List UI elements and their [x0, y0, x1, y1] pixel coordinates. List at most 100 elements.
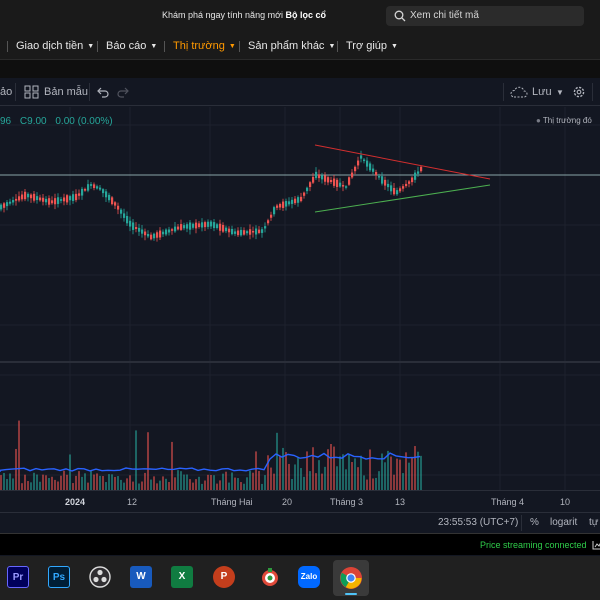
volume-bar [177, 470, 179, 490]
cloud-icon [510, 86, 528, 98]
volume-bar [324, 466, 326, 490]
nav-divider [239, 41, 240, 52]
candle-body [273, 207, 276, 215]
candle-body [117, 205, 120, 210]
volume-bar [84, 473, 86, 490]
banner-text[interactable]: Khám phá ngay tính năng mới Bộ lọc cổ [162, 10, 326, 20]
volume-bar [372, 478, 374, 490]
nav-item-thi-truong[interactable]: Thị trường ▼ [173, 40, 236, 52]
nav-item-giao-dich-tien[interactable]: Giao dịch tiền ▼ [16, 40, 94, 52]
volume-bar [294, 464, 296, 490]
volume-bar [42, 474, 44, 490]
clock-timezone[interactable]: 23:55:53 (UTC+7) [438, 517, 518, 528]
candle-body [219, 223, 222, 231]
search-placeholder: Xem chi tiết mã [410, 10, 479, 21]
volume-bar [48, 477, 50, 490]
volume-bar [36, 474, 38, 490]
volume-bar [51, 476, 53, 490]
time-axis[interactable]: 2024 12 Tháng Hai 20 Tháng 3 13 Tháng 4 … [0, 490, 600, 512]
log-scale-toggle[interactable]: logarit [550, 517, 577, 528]
bee-app-icon[interactable] [259, 566, 281, 588]
volume-bar [411, 457, 413, 490]
candle-body [21, 194, 24, 200]
volume-bar [63, 470, 65, 490]
volume-bar [303, 476, 305, 490]
nav-divider [337, 41, 338, 52]
candle-body [414, 172, 417, 180]
volume-bar [264, 475, 266, 490]
candle-body [33, 193, 36, 201]
obs-icon[interactable] [89, 566, 111, 588]
candle-body [237, 230, 240, 236]
nav-item-tro-giup[interactable]: Trợ giúp ▼ [346, 40, 398, 52]
candle-body [183, 225, 186, 229]
percent-scale-toggle[interactable]: % [530, 517, 539, 528]
candle-body [15, 198, 18, 201]
volume-bar [30, 482, 32, 490]
premiere-icon[interactable]: Pr [7, 566, 29, 588]
stock-search-input[interactable]: Xem chi tiết mã [386, 6, 584, 26]
volume-bar [117, 476, 119, 490]
candle-body [294, 198, 297, 204]
word-icon[interactable]: W [130, 566, 152, 588]
candle-body [24, 191, 27, 200]
candle-body [258, 229, 261, 233]
volume-bar [288, 463, 290, 490]
candle-body [267, 220, 270, 224]
price-chart[interactable] [0, 107, 600, 513]
bee-logo-icon [262, 568, 278, 586]
candle-body [90, 184, 93, 186]
candle-body [345, 186, 348, 188]
candle-body [60, 199, 63, 201]
auto-scale-toggle[interactable]: tự [589, 517, 598, 528]
chrome-active-tile[interactable] [333, 560, 369, 596]
candle-body [48, 198, 51, 205]
nav-item-label: Giao dịch tiền [16, 40, 84, 52]
volume-bar [66, 474, 68, 490]
powerpoint-icon[interactable]: P [213, 566, 235, 588]
candle-body [369, 163, 372, 171]
volume-bar [228, 482, 230, 490]
candle-body [51, 200, 54, 204]
candle-body [135, 227, 138, 229]
candle-body [162, 231, 165, 235]
nav-divider [164, 41, 165, 52]
excel-icon[interactable]: X [171, 566, 193, 588]
candle-body [96, 186, 99, 189]
volume-bar [318, 460, 320, 490]
redo-icon[interactable] [116, 86, 130, 98]
zalo-icon[interactable]: Zalo [298, 566, 320, 588]
banner-highlight[interactable]: Bộ lọc cổ [286, 10, 327, 20]
volume-bar [390, 456, 392, 490]
volume-bar [273, 473, 275, 490]
volume-bar [408, 462, 410, 490]
volume-bar [75, 475, 77, 490]
volume-bar [207, 474, 209, 490]
toolbar-alert-button[interactable]: ảo [0, 86, 12, 98]
candle-body [372, 168, 375, 172]
caret-down-icon: ▼ [150, 43, 158, 50]
volume-bar [105, 482, 107, 490]
volume-bar [219, 480, 221, 490]
volume-bar [45, 475, 47, 490]
caret-down-icon: ▼ [391, 43, 398, 50]
photoshop-icon[interactable]: Ps [48, 566, 70, 588]
chevron-down-icon[interactable]: ▼ [556, 88, 564, 97]
obs-logo-icon [89, 566, 111, 588]
legend-change-percent: 0.00 (0.00%) [55, 116, 113, 127]
candle-body [300, 196, 303, 202]
candle-body [153, 233, 156, 239]
volume-bar [414, 446, 416, 490]
candle-body [141, 229, 144, 234]
candle-body [393, 188, 396, 195]
candle-body [192, 223, 195, 228]
settings-gear-icon[interactable] [572, 85, 586, 99]
candle-body [84, 188, 87, 191]
nav-item-bao-cao[interactable]: Báo cáo ▼ [106, 40, 157, 52]
stream-status: Price streaming connected [480, 540, 587, 550]
candle-body [330, 179, 333, 183]
undo-icon[interactable] [96, 86, 110, 98]
nav-item-san-pham-khac[interactable]: Sản phẩm khác ▼ [248, 40, 335, 52]
volume-bar [315, 473, 317, 490]
candle-body [339, 182, 342, 187]
